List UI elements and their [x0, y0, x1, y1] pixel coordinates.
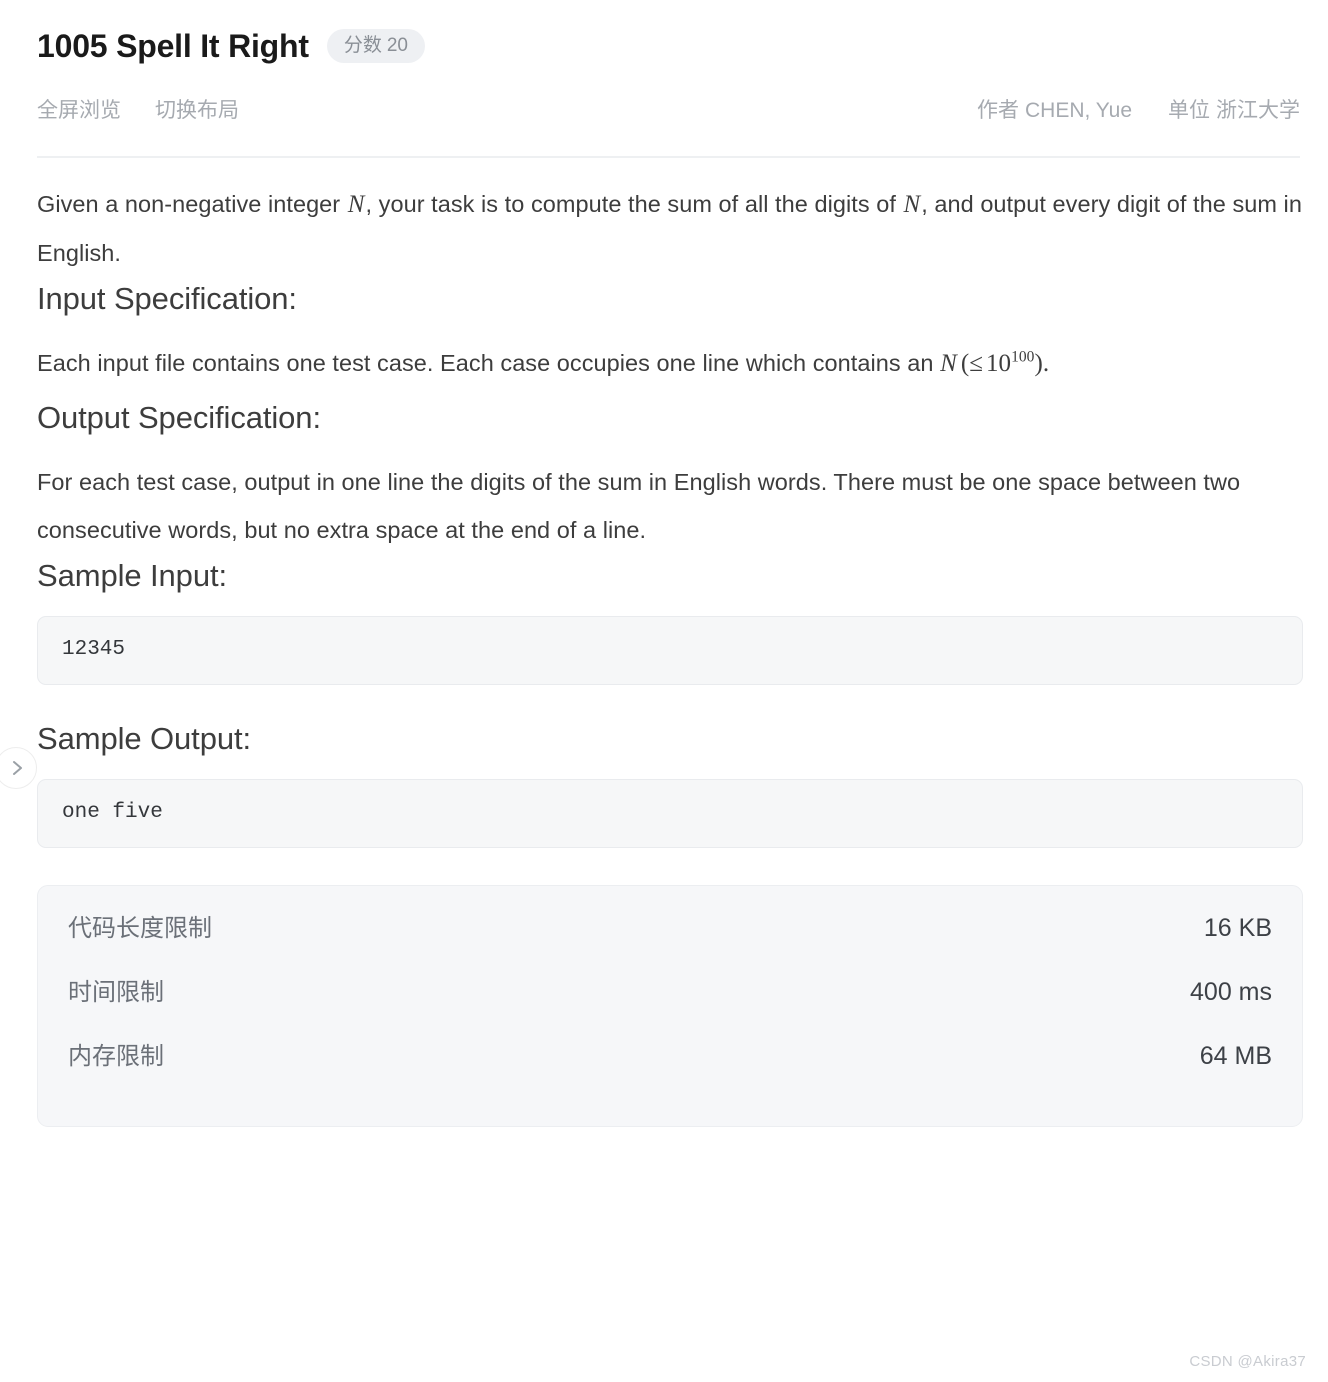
header-actions: 全屏浏览 切换布局: [37, 94, 239, 124]
math-constraint-n: N (≤ 10100).: [940, 348, 1050, 377]
problem-header: 1005 Spell It Right 分数 20 全屏浏览 切换布局 作者 CHE…: [37, 0, 1300, 140]
author-label: 作者: [977, 99, 1019, 122]
input-specification-heading: Input Specification:: [37, 281, 297, 316]
organization-value: 浙江大学: [1216, 99, 1300, 122]
table-row: 内存限制 64 MB: [68, 1036, 1272, 1100]
header-credits: 作者 CHEN, Yue 单位 浙江大学: [977, 94, 1300, 124]
sample-input-code[interactable]: 12345: [37, 616, 1303, 685]
math-variable-n: N: [903, 191, 921, 218]
sidebar-expand-button[interactable]: [0, 747, 37, 789]
output-specification-heading: Output Specification:: [37, 400, 321, 435]
problem-content: Given a non-negative integer N, your tas…: [37, 180, 1303, 1127]
math-base-10: 10: [985, 350, 1012, 377]
memory-limit-value: 64 MB: [1199, 1042, 1272, 1070]
title-row: 1005 Spell It Right 分数 20: [37, 0, 1300, 78]
table-row: 代码长度限制 16 KB: [68, 908, 1272, 972]
sample-output-heading: Sample Output:: [37, 721, 251, 756]
time-limit-value: 400 ms: [1190, 978, 1272, 1006]
organization-label: 单位: [1168, 99, 1210, 122]
score-badge: 分数 20: [326, 29, 425, 63]
output-specification-text: For each test case, output in one line t…: [37, 469, 1241, 543]
toggle-layout-button[interactable]: 切换布局: [155, 94, 239, 124]
input-specification-text: Each input file contains one test case. …: [37, 339, 1303, 388]
description-text-b: , your task is to compute the sum of all…: [365, 191, 903, 217]
code-length-limit-label: 代码长度限制: [68, 915, 212, 942]
sample-input-heading: Sample Input:: [37, 558, 227, 593]
problem-page: 1005 Spell It Right 分数 20 全屏浏览 切换布局 作者 CHE…: [0, 0, 1328, 1382]
sample-output-code[interactable]: one five: [37, 779, 1303, 848]
problem-description: Given a non-negative integer N, your tas…: [37, 180, 1303, 277]
chevron-right-icon: [7, 758, 26, 778]
description-text-a: Given a non-negative integer: [37, 191, 347, 217]
input-spec-sentence: Each input file contains one test case. …: [37, 350, 941, 376]
math-operator-leq: (≤: [960, 350, 983, 377]
table-row: 时间限制 400 ms: [68, 972, 1272, 1036]
math-variable-n: N: [347, 191, 365, 218]
score-badge-value: 20: [386, 35, 408, 56]
math-exponent-100: 100: [1011, 348, 1035, 366]
author-value: CHEN, Yue: [1025, 99, 1132, 122]
meta-row: 全屏浏览 切换布局 作者 CHEN, Yue 单位 浙江大学: [37, 78, 1300, 140]
math-var-n: N: [940, 350, 957, 377]
author-info: 作者 CHEN, Yue: [977, 94, 1132, 124]
csdn-watermark: CSDN @Akira37: [1189, 1353, 1306, 1370]
limits-panel: 代码长度限制 16 KB 时间限制 400 ms 内存限制 64 MB: [37, 885, 1303, 1127]
memory-limit-label: 内存限制: [68, 1043, 164, 1070]
header-divider: [37, 156, 1300, 158]
score-badge-label: 分数: [343, 35, 382, 56]
fullscreen-view-button[interactable]: 全屏浏览: [37, 94, 121, 124]
time-limit-label: 时间限制: [68, 979, 164, 1006]
code-length-limit-value: 16 KB: [1203, 914, 1272, 942]
page-title: 1005 Spell It Right: [37, 28, 309, 64]
organization-info: 单位 浙江大学: [1168, 94, 1300, 124]
math-closing: ).: [1034, 350, 1050, 377]
